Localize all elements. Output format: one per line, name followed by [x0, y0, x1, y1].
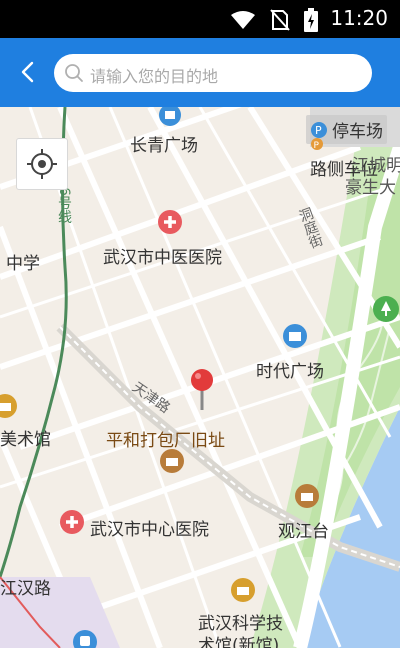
culture-icon[interactable]	[0, 393, 18, 419]
poi-label[interactable]: 武汉市中医医院	[103, 243, 222, 268]
status-icons	[230, 8, 318, 32]
park-icon[interactable]	[372, 295, 400, 323]
mall-icon[interactable]	[158, 107, 182, 127]
parking-icon: P	[311, 138, 323, 151]
poi-label[interactable]: 中学	[6, 249, 40, 274]
culture-icon[interactable]	[294, 483, 320, 509]
parking-label: 停车场	[332, 122, 383, 142]
metro-icon[interactable]	[72, 629, 98, 648]
svg-text:P: P	[314, 141, 320, 151]
mall-icon[interactable]	[282, 323, 308, 349]
status-bar: 11:20	[0, 0, 400, 38]
culture-icon[interactable]	[230, 577, 256, 603]
search-icon	[65, 64, 83, 82]
poi-label[interactable]: 豪生大	[345, 173, 396, 198]
svg-text:P: P	[315, 124, 322, 137]
crosshair-locate-icon	[27, 149, 57, 179]
search-header: 请输入您的目的地	[0, 38, 400, 107]
poi-label[interactable]: 时代广场	[256, 357, 324, 382]
street-label-metro6: 6号线	[56, 187, 72, 224]
location-marker-icon[interactable]	[189, 368, 215, 412]
culture-icon[interactable]	[159, 448, 185, 474]
status-time: 11:20	[330, 6, 388, 30]
poi-label[interactable]: 长青广场	[130, 131, 198, 156]
search-input[interactable]: 请输入您的目的地	[54, 54, 372, 92]
wifi-icon	[231, 11, 255, 29]
poi-label[interactable]: 美术馆	[0, 425, 51, 450]
hospital-icon[interactable]	[59, 509, 85, 535]
back-button[interactable]	[14, 58, 42, 86]
poi-label[interactable]: 江汉路	[0, 574, 51, 599]
search-placeholder: 请输入您的目的地	[90, 67, 219, 86]
no-sim-icon	[270, 9, 290, 31]
battery-charging-icon	[304, 8, 318, 32]
poi-label[interactable]: 武汉市中心医院	[90, 515, 209, 540]
poi-label[interactable]: 术馆(新馆)	[198, 631, 279, 648]
chevron-left-icon	[21, 61, 34, 83]
parking-icon: P	[311, 121, 327, 138]
map-view[interactable]: 长青广场 P 停车场 P 路侧车位 江城明 豪生大 武汉市中医医院 中学 洞庭街…	[0, 107, 400, 648]
locate-button[interactable]	[16, 138, 68, 190]
poi-label[interactable]: 观江台	[278, 517, 329, 542]
hospital-icon[interactable]	[157, 209, 183, 235]
